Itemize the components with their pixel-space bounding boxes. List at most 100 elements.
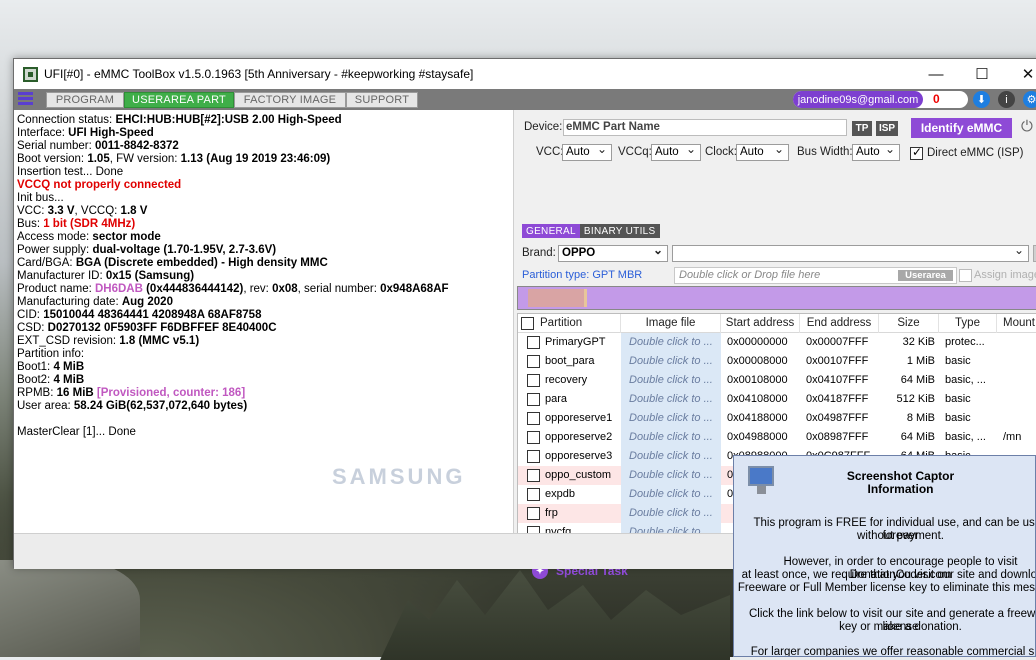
cell-image[interactable]: Double click to ... — [621, 447, 721, 466]
col-partition[interactable]: Partition — [538, 314, 621, 333]
row-checkbox[interactable] — [527, 488, 540, 501]
device-label: Device: — [524, 121, 563, 133]
cell-image[interactable]: Double click to ... — [621, 466, 721, 485]
row-checkbox[interactable] — [527, 450, 540, 463]
tab-general[interactable]: GENERAL — [522, 224, 580, 238]
cell-mount — [1003, 333, 1036, 352]
row-checkbox[interactable] — [527, 393, 540, 406]
device-name-field[interactable]: eMMC Part Name — [563, 119, 847, 136]
userarea-tag: Userarea — [898, 270, 953, 281]
cell-image[interactable]: Double click to ... — [621, 409, 721, 428]
info-icon[interactable]: i — [998, 91, 1015, 108]
cell-mount — [1003, 352, 1036, 371]
log-line: Interface: UFI High-Speed — [17, 127, 154, 139]
cell-image[interactable]: Double click to ... — [621, 485, 721, 504]
table-row[interactable]: PrimaryGPT Double click to ... 0x00000000 0… — [518, 333, 1036, 352]
row-checkbox[interactable] — [527, 355, 540, 368]
tab-program[interactable]: PROGRAM — [46, 92, 124, 108]
tp-badge[interactable]: TP — [852, 121, 872, 136]
close-button[interactable]: ✕ — [1005, 59, 1036, 89]
identify-emmc-button[interactable]: Identify eMMC — [911, 118, 1012, 138]
log-line: Boot1: 4 MiB — [17, 361, 85, 373]
desktop-rock — [0, 560, 140, 657]
model-select[interactable] — [672, 243, 1029, 262]
cell-image[interactable]: Double click to ... — [621, 428, 721, 447]
direct-emmc-checkbox[interactable] — [910, 145, 923, 160]
download-icon[interactable]: ⬇ — [973, 91, 990, 108]
row-checkbox[interactable] — [527, 431, 540, 444]
account-pill[interactable]: janodine09s@gmail.com 0 — [793, 91, 968, 108]
tab-factory-image[interactable]: FACTORY IMAGE — [234, 92, 346, 108]
col-image-file[interactable]: Image file — [621, 314, 721, 333]
log-line: Boot2: 4 MiB — [17, 374, 85, 386]
row-checkbox[interactable] — [527, 374, 540, 387]
cell-type: basic — [945, 355, 971, 367]
maximize-button[interactable]: ☐ — [959, 59, 1005, 89]
cell-image[interactable]: Double click to ... — [621, 390, 721, 409]
log-line: RPMB: 16 MiB [Provisioned, counter: 186] — [17, 387, 246, 399]
vccq-label: VCCq: — [618, 146, 652, 158]
drop-file-field[interactable]: Double click or Drop file here Userarea — [674, 267, 957, 284]
title-bar: UFI[#0] - eMMC ToolBox v1.5.0.1963 [5th … — [14, 59, 1036, 89]
minimize-button[interactable]: — — [913, 59, 959, 89]
cell-mount — [1003, 371, 1036, 390]
vcc-select[interactable]: Auto — [562, 142, 612, 161]
settings-gear-icon[interactable]: ⚙ — [1023, 91, 1036, 108]
table-row[interactable]: opporeserve2 Double click to ... 0x0498800… — [518, 428, 1036, 447]
cell-size: 8 MiB — [906, 412, 935, 424]
col-end-address[interactable]: End address — [800, 314, 879, 333]
cell-mount: /mn — [1003, 431, 1022, 443]
cell-end: 0x04107FFF — [806, 374, 869, 386]
power-icon[interactable]: ⏻ — [1021, 119, 1036, 135]
assign-images-checkbox[interactable] — [959, 269, 972, 282]
cell-image[interactable]: Double click to ... — [621, 504, 721, 523]
cell-start: 0x04188000 — [727, 412, 788, 424]
table-row[interactable]: opporeserve1 Double click to ... 0x0418800… — [518, 409, 1036, 428]
clock-select[interactable]: Auto — [736, 142, 789, 161]
cell-size: 64 MiB — [900, 374, 935, 386]
assign-images-label: Assign images — [974, 269, 1036, 281]
row-checkbox[interactable] — [527, 469, 540, 482]
log-line: User area: 58.24 GiB(62,537,072,640 byte… — [17, 400, 248, 412]
col-mount[interactable]: Mount — [997, 314, 1036, 333]
row-checkbox[interactable] — [527, 507, 540, 520]
popup-text: key or make a donation. — [839, 621, 962, 633]
cell-image[interactable]: Double click to ... — [621, 371, 721, 390]
select-all-checkbox[interactable] — [521, 317, 534, 330]
table-row[interactable]: para Double click to ... 0x04108000 0x04187… — [518, 390, 1036, 409]
col-type[interactable]: Type — [939, 314, 997, 333]
popup-text: at least once, we require that you visit… — [741, 569, 1036, 581]
log-line: Partition info: — [17, 348, 85, 360]
cell-image[interactable]: Double click to ... — [621, 333, 721, 352]
bus-width-select[interactable]: Auto — [852, 142, 900, 161]
cell-type: basic, ... — [945, 374, 986, 386]
log-line: Manufacturer ID: 0x15 (Samsung) — [17, 270, 195, 282]
log-line: Insertion test... Done — [17, 166, 124, 178]
log-line: Connection status: EHCI:HUB:HUB[#2]:USB … — [17, 114, 342, 126]
cell-end: 0x04187FFF — [806, 393, 869, 405]
cell-image[interactable]: Double click to ... — [621, 352, 721, 371]
popup-text: For larger companies we offer reasonable… — [750, 646, 1035, 657]
tab-support[interactable]: SUPPORT — [346, 92, 418, 108]
col-start-address[interactable]: Start address — [721, 314, 800, 333]
samsung-logo: SAMSUNG — [332, 464, 466, 489]
vccq-select[interactable]: Auto — [651, 142, 701, 161]
table-row[interactable]: boot_para Double click to ... 0x00008000 0x… — [518, 352, 1036, 371]
col-size[interactable]: Size — [879, 314, 939, 333]
isp-badge[interactable]: ISP — [876, 121, 898, 136]
cell-name: boot_para — [545, 355, 595, 367]
brand-select[interactable]: OPPO — [558, 243, 668, 262]
tab-userarea-part[interactable]: USERAREA PART — [124, 92, 234, 108]
partition-map-bar[interactable] — [517, 286, 1036, 310]
bus-width-label: Bus Width: — [797, 146, 853, 158]
cell-end: 0x00007FFF — [806, 336, 869, 348]
direct-emmc-label: Direct eMMC (ISP) — [927, 147, 1024, 159]
row-checkbox[interactable] — [527, 412, 540, 425]
cell-size: 512 KiB — [896, 393, 935, 405]
log-line: VCC: 3.3 V, VCCQ: 1.8 V — [17, 205, 148, 217]
hamburger-menu-icon[interactable] — [18, 92, 33, 106]
table-row[interactable]: recovery Double click to ... 0x00108000 0x0… — [518, 371, 1036, 390]
tab-binary-utils[interactable]: BINARY UTILS — [579, 224, 660, 238]
row-checkbox[interactable] — [527, 336, 540, 349]
